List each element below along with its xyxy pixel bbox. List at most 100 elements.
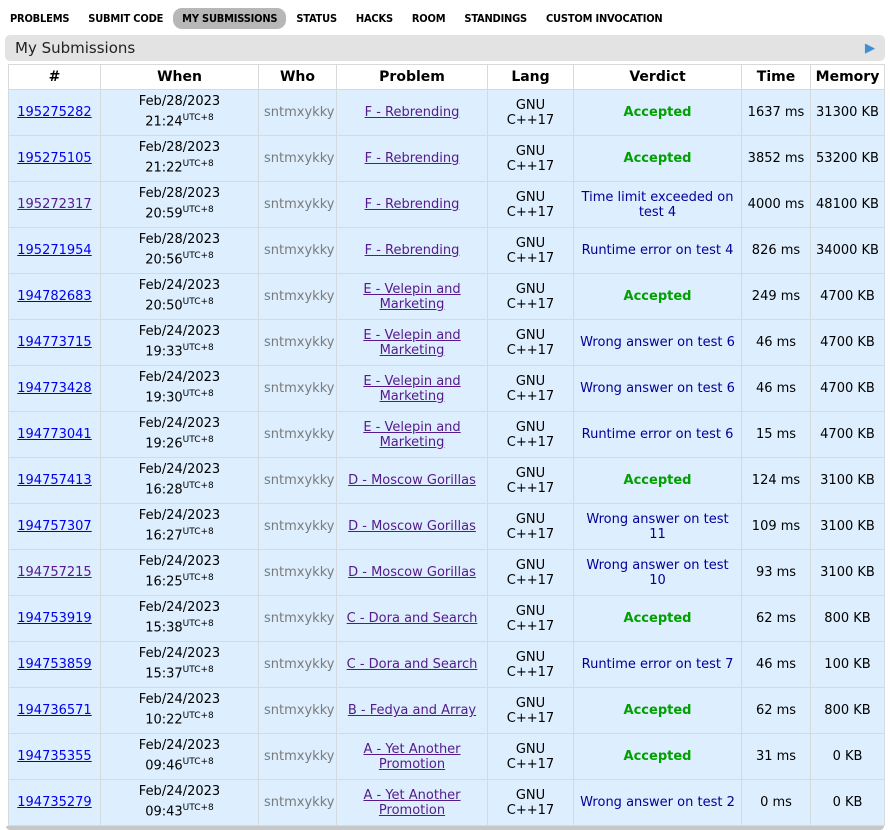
problem-link[interactable]: F - Rebrending bbox=[365, 197, 460, 212]
column-header-who: Who bbox=[259, 65, 337, 90]
memory-cell: 4700 KB bbox=[811, 320, 885, 366]
submission-id-link[interactable]: 194735279 bbox=[17, 795, 91, 810]
verdict-text: Time limit exceeded on test 4 bbox=[582, 190, 734, 220]
nav-item-problems[interactable]: PROBLEMS bbox=[1, 8, 78, 29]
memory-cell: 31300 KB bbox=[811, 90, 885, 136]
timezone-label: UTC+8 bbox=[183, 251, 214, 261]
problem-link[interactable]: A - Yet Another Promotion bbox=[363, 788, 460, 818]
submission-who-link[interactable]: sntmxykky bbox=[264, 749, 334, 764]
problem-link[interactable]: A - Yet Another Promotion bbox=[363, 742, 460, 772]
lang-cell: GNU C++17 bbox=[488, 780, 574, 826]
submission-id-link[interactable]: 194757413 bbox=[17, 473, 91, 488]
timezone-label: UTC+8 bbox=[183, 297, 214, 307]
lang-cell: GNU C++17 bbox=[488, 688, 574, 734]
submission-id-link[interactable]: 194753919 bbox=[17, 611, 91, 626]
submission-id-link[interactable]: 194753859 bbox=[17, 657, 91, 672]
problem-cell: B - Fedya and Array bbox=[337, 688, 488, 734]
submission-who-link[interactable]: sntmxykky bbox=[264, 473, 334, 488]
submission-id-link[interactable]: 195272317 bbox=[17, 197, 91, 212]
submission-id-link[interactable]: 194735355 bbox=[17, 749, 91, 764]
submission-who-link[interactable]: sntmxykky bbox=[264, 427, 334, 442]
submission-id-link[interactable]: 195271954 bbox=[17, 243, 91, 258]
submission-who-link[interactable]: sntmxykky bbox=[264, 243, 334, 258]
submission-date: Feb/24/2023 bbox=[106, 737, 253, 756]
submission-who-link[interactable]: sntmxykky bbox=[264, 795, 334, 810]
submission-who-link[interactable]: sntmxykky bbox=[264, 381, 334, 396]
table-row: 195275105Feb/28/202321:22UTC+8sntmxykkyF… bbox=[9, 136, 885, 182]
memory-cell: 3100 KB bbox=[811, 458, 885, 504]
submission-who-link[interactable]: sntmxykky bbox=[264, 519, 334, 534]
verdict-cell: Accepted bbox=[574, 596, 742, 642]
submission-id-link[interactable]: 195275105 bbox=[17, 151, 91, 166]
submission-who-link[interactable]: sntmxykky bbox=[264, 703, 334, 718]
submission-id-link[interactable]: 194782683 bbox=[17, 289, 91, 304]
problem-link[interactable]: D - Moscow Gorillas bbox=[348, 473, 476, 488]
second-level-menu: PROBLEMSSUBMIT CODEMY SUBMISSIONSSTATUSH… bbox=[0, 0, 890, 35]
submission-date: Feb/24/2023 bbox=[106, 645, 253, 664]
lang-cell: GNU C++17 bbox=[488, 182, 574, 228]
submission-who-link[interactable]: sntmxykky bbox=[264, 611, 334, 626]
problem-link[interactable]: F - Rebrending bbox=[365, 243, 460, 258]
problem-cell: F - Rebrending bbox=[337, 182, 488, 228]
verdict-cell: Accepted bbox=[574, 274, 742, 320]
problem-link[interactable]: D - Moscow Gorillas bbox=[348, 519, 476, 534]
submission-id-cell: 195275282 bbox=[9, 90, 101, 136]
submission-id-link[interactable]: 194773428 bbox=[17, 381, 91, 396]
problem-link[interactable]: E - Velepin and Marketing bbox=[363, 374, 460, 404]
submission-id-link[interactable]: 194757307 bbox=[17, 519, 91, 534]
submission-time: 20:56UTC+8 bbox=[106, 250, 253, 270]
table-row: 194773428Feb/24/202319:30UTC+8sntmxykkyE… bbox=[9, 366, 885, 412]
problem-cell: F - Rebrending bbox=[337, 228, 488, 274]
submission-who-link[interactable]: sntmxykky bbox=[264, 197, 334, 212]
submission-id-cell: 194782683 bbox=[9, 274, 101, 320]
nav-item-custom-invocation[interactable]: CUSTOM INVOCATION bbox=[537, 8, 672, 29]
time-cell: 826 ms bbox=[742, 228, 811, 274]
problem-link[interactable]: E - Velepin and Marketing bbox=[363, 282, 460, 312]
expand-arrow-icon[interactable]: ▶ bbox=[865, 42, 875, 55]
column-header-memory: Memory bbox=[811, 65, 885, 90]
problem-link[interactable]: E - Velepin and Marketing bbox=[363, 420, 460, 450]
problem-link[interactable]: F - Rebrending bbox=[365, 151, 460, 166]
problem-link[interactable]: B - Fedya and Array bbox=[348, 703, 476, 718]
lang-cell: GNU C++17 bbox=[488, 274, 574, 320]
problem-link[interactable]: F - Rebrending bbox=[365, 105, 460, 120]
submission-id-link[interactable]: 194773041 bbox=[17, 427, 91, 442]
verdict-cell: Accepted bbox=[574, 90, 742, 136]
timezone-label: UTC+8 bbox=[183, 113, 214, 123]
verdict-cell: Accepted bbox=[574, 136, 742, 182]
submission-id-link[interactable]: 194736571 bbox=[17, 703, 91, 718]
submission-time: 15:37UTC+8 bbox=[106, 664, 253, 684]
submission-id-link[interactable]: 194757215 bbox=[17, 565, 91, 580]
submission-id-link[interactable]: 195275282 bbox=[17, 105, 91, 120]
submission-when-cell: Feb/24/202316:27UTC+8 bbox=[101, 504, 259, 550]
problem-cell: C - Dora and Search bbox=[337, 596, 488, 642]
submission-who-link[interactable]: sntmxykky bbox=[264, 565, 334, 580]
submission-who-link[interactable]: sntmxykky bbox=[264, 289, 334, 304]
problem-link[interactable]: C - Dora and Search bbox=[347, 611, 478, 626]
submission-id-cell: 195275105 bbox=[9, 136, 101, 182]
lang-cell: GNU C++17 bbox=[488, 596, 574, 642]
submission-id-link[interactable]: 194773715 bbox=[17, 335, 91, 350]
nav-item-submit-code[interactable]: SUBMIT CODE bbox=[79, 8, 172, 29]
timezone-label: UTC+8 bbox=[183, 205, 214, 215]
submission-when-cell: Feb/28/202320:59UTC+8 bbox=[101, 182, 259, 228]
verdict-cell: Time limit exceeded on test 4 bbox=[574, 182, 742, 228]
problem-link[interactable]: D - Moscow Gorillas bbox=[348, 565, 476, 580]
nav-item-room[interactable]: ROOM bbox=[403, 8, 455, 29]
memory-cell: 53200 KB bbox=[811, 136, 885, 182]
timezone-label: UTC+8 bbox=[183, 757, 214, 767]
submission-who-link[interactable]: sntmxykky bbox=[264, 151, 334, 166]
nav-item-hacks[interactable]: HACKS bbox=[347, 8, 402, 29]
submission-date: Feb/24/2023 bbox=[106, 691, 253, 710]
nav-item-status[interactable]: STATUS bbox=[287, 8, 346, 29]
time-cell: 3852 ms bbox=[742, 136, 811, 182]
nav-item-standings[interactable]: STANDINGS bbox=[455, 8, 536, 29]
problem-link[interactable]: C - Dora and Search bbox=[347, 657, 478, 672]
submission-who-link[interactable]: sntmxykky bbox=[264, 657, 334, 672]
problem-link[interactable]: E - Velepin and Marketing bbox=[363, 328, 460, 358]
time-cell: 0 ms bbox=[742, 780, 811, 826]
memory-cell: 800 KB bbox=[811, 688, 885, 734]
submission-who-link[interactable]: sntmxykky bbox=[264, 105, 334, 120]
submission-who-link[interactable]: sntmxykky bbox=[264, 335, 334, 350]
nav-item-my-submissions[interactable]: MY SUBMISSIONS bbox=[173, 8, 286, 29]
